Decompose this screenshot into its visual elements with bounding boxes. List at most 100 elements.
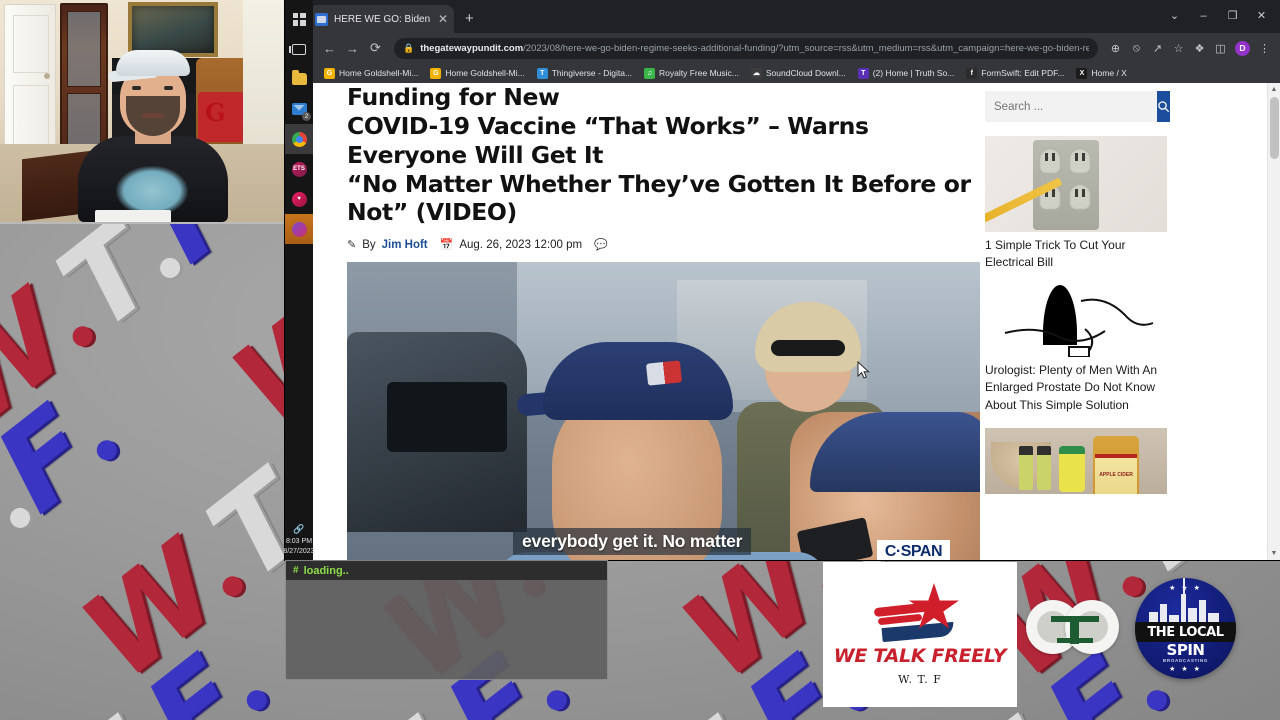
profile-avatar[interactable]: D (1235, 40, 1250, 56)
taskbar-clock[interactable]: 🔗 8:03 PM 8/27/2023 (283, 524, 314, 560)
bookmark-favicon: X (1076, 67, 1088, 79)
loading-status-text: loading.. (303, 564, 349, 577)
bookmark-favicon: G (430, 67, 442, 79)
windows-logo-icon (292, 12, 306, 26)
wtf-star-graphic (873, 583, 966, 643)
sidebar-ad-1[interactable]: 1 Simple Trick To Cut Your Electrical Bi… (985, 136, 1167, 271)
headline-line-1: HERE WE GO: Biden Regime Seeks Additiona… (347, 83, 560, 111)
comment-icon[interactable]: 💬 (594, 238, 608, 251)
article-video-thumbnail[interactable]: everybody get it. No matter whether they… (347, 262, 980, 560)
search-input[interactable] (985, 91, 1157, 122)
stream-stage: WTFWTFWTFWTFWTFWTFWTFWTFWTFWTFWTFWTFWTFW… (0, 0, 1280, 720)
maximize-button[interactable]: ❐ (1218, 0, 1247, 31)
bookmark-item-5[interactable]: T (2) Home | Truth So... (853, 64, 960, 82)
ad-1-title[interactable]: 1 Simple Trick To Cut Your Electrical Bi… (985, 237, 1167, 271)
task-view-button[interactable] (285, 34, 313, 64)
extensions-puzzle-icon[interactable]: ❖ (1190, 38, 1209, 59)
bookmark-label: (2) Home | Truth So... (872, 68, 955, 78)
close-tab-icon[interactable]: ✕ (438, 13, 448, 25)
article-column: HERE WE GO: Biden Regime Seeks Additiona… (285, 83, 985, 560)
bookmark-item-0[interactable]: G Home Goldshell-Mi... (319, 64, 423, 82)
search-button[interactable] (1157, 91, 1170, 122)
logo-line-3: BROADCASTING (1162, 658, 1209, 663)
scrollbar-thumb[interactable] (1270, 97, 1279, 159)
author-link[interactable]: Jim Hoft (382, 239, 428, 251)
loading-panel-header: # loading.. (286, 561, 607, 580)
ad-2-title[interactable]: Urologist: Plenty of Men With An Enlarge… (985, 362, 1167, 413)
reload-button[interactable]: ⟳ (365, 38, 386, 59)
wtf-logo-name: WE TALK FREELY (833, 645, 1007, 667)
browser-tab-active[interactable]: HERE WE GO: Biden Regime See... ✕ (309, 5, 454, 33)
bookmark-favicon: f (966, 67, 978, 79)
bookmark-label: Royalty Free Music... (659, 68, 739, 78)
mail-button[interactable]: 2 (285, 94, 313, 124)
headline-line-3: “No Matter Whether They’ve Gotten It Bef… (347, 169, 971, 227)
start-button[interactable] (285, 4, 313, 34)
obs-app-icon (291, 221, 307, 237)
close-window-button[interactable]: ✕ (1247, 0, 1276, 31)
file-explorer-button[interactable] (285, 64, 313, 94)
acv-label-text: APPLE CIDER (1099, 471, 1133, 478)
pink-app-icon: ♥ (291, 191, 307, 207)
page-scrollbar[interactable]: ▲ ▼ (1267, 83, 1280, 560)
mouse-cursor (857, 361, 870, 379)
room-window (243, 0, 285, 150)
chrome-menu-icon[interactable]: ⋮ (1255, 38, 1274, 59)
gg-logo (1026, 596, 1123, 658)
sidebar-ad-3[interactable]: APPLE CIDER (985, 427, 1167, 494)
zoom-icon[interactable]: ⊕ (1106, 38, 1125, 59)
bookmark-item-3[interactable]: ♫ Royalty Free Music... (639, 64, 744, 82)
bookmark-favicon: T (536, 67, 548, 79)
chrome-browser-window: HERE WE GO: Biden Regime See... ✕ + ⌄ – … (285, 0, 1280, 560)
windows-taskbar: 2 ETS ♥ 🔗 8:03 PM 8/27/2023 (283, 0, 315, 560)
room-door (4, 4, 56, 159)
bookmark-item-2[interactable]: T Thingiverse - Digita... (532, 64, 637, 82)
bookmark-item-1[interactable]: G Home Goldshell-Mi... (425, 64, 529, 82)
page-title: HERE WE GO: Biden Regime Seeks Additiona… (347, 83, 973, 227)
bookmark-favicon: T (857, 67, 869, 79)
minimize-button[interactable]: – (1189, 0, 1218, 31)
lock-icon: 🔒 (403, 42, 415, 53)
ets-app-icon: ETS (291, 161, 307, 177)
bookmark-favicon: G (324, 67, 335, 79)
logo-bar: THE LOCAL (1135, 622, 1236, 642)
share-icon[interactable]: ↗ (1148, 38, 1167, 59)
bookmark-label: Home Goldshell-Mi... (339, 68, 419, 78)
tray-icon[interactable]: 🔗 (283, 524, 314, 535)
app-red-button[interactable]: ETS (285, 154, 313, 184)
gateway-pundit-article-page: HERE WE GO: Biden Regime Seeks Additiona… (285, 83, 1280, 560)
bookmark-star-icon[interactable]: ☆ (1169, 38, 1188, 59)
sidebar-ad-2[interactable]: Urologist: Plenty of Men With An Enlarge… (985, 285, 1167, 413)
app-obs-button[interactable] (285, 214, 313, 244)
apple-cider-vinegar-bottle: APPLE CIDER (1093, 435, 1139, 494)
scroll-down-arrow[interactable]: ▼ (1268, 547, 1280, 560)
chrome-button[interactable] (285, 124, 313, 154)
bookmark-favicon: ♫ (644, 67, 656, 79)
bookmark-item-4[interactable]: ☁ SoundCloud Downl... (746, 64, 851, 82)
app-pink-button[interactable]: ♥ (285, 184, 313, 214)
logo-stars-bottom: ★ ★ ★ (1169, 666, 1202, 673)
we-talk-freely-logo: WE TALK FREELY W. T. F (823, 562, 1017, 707)
bookmark-item-6[interactable]: f FormSwift: Edit PDF... (961, 64, 1069, 82)
bookmark-item-7[interactable]: X Home / X (1071, 64, 1131, 82)
task-view-icon (289, 43, 306, 55)
host-person (78, 50, 228, 222)
host-webcam: G (0, 0, 285, 224)
tab-strip: HERE WE GO: Biden Regime See... ✕ + ⌄ – … (285, 0, 1280, 33)
eye-slash-icon[interactable]: ⦸ (1127, 38, 1146, 59)
hash-icon: # (293, 565, 299, 576)
search-icon (1158, 101, 1170, 113)
host-laptop (95, 210, 171, 222)
tab-search-icon[interactable]: ⌄ (1160, 0, 1189, 31)
back-button[interactable]: ← (319, 38, 340, 59)
new-tab-button[interactable]: + (465, 10, 474, 27)
ad-3-image: APPLE CIDER (985, 427, 1167, 494)
video-caption-line-1: everybody get it. No matter (513, 528, 752, 556)
forward-button[interactable]: → (342, 38, 363, 59)
mail-badge: 2 (302, 112, 311, 121)
scroll-up-arrow[interactable]: ▲ (1268, 83, 1280, 96)
headline-line-2: COVID-19 Vaccine “That Works” – Warns Ev… (347, 111, 869, 169)
address-bar[interactable]: 🔒 thegatewaypundit.com/2023/08/here-we-g… (394, 37, 1098, 59)
logo-line-1: THE LOCAL (1147, 624, 1224, 640)
side-panel-icon[interactable]: ◫ (1211, 38, 1230, 59)
